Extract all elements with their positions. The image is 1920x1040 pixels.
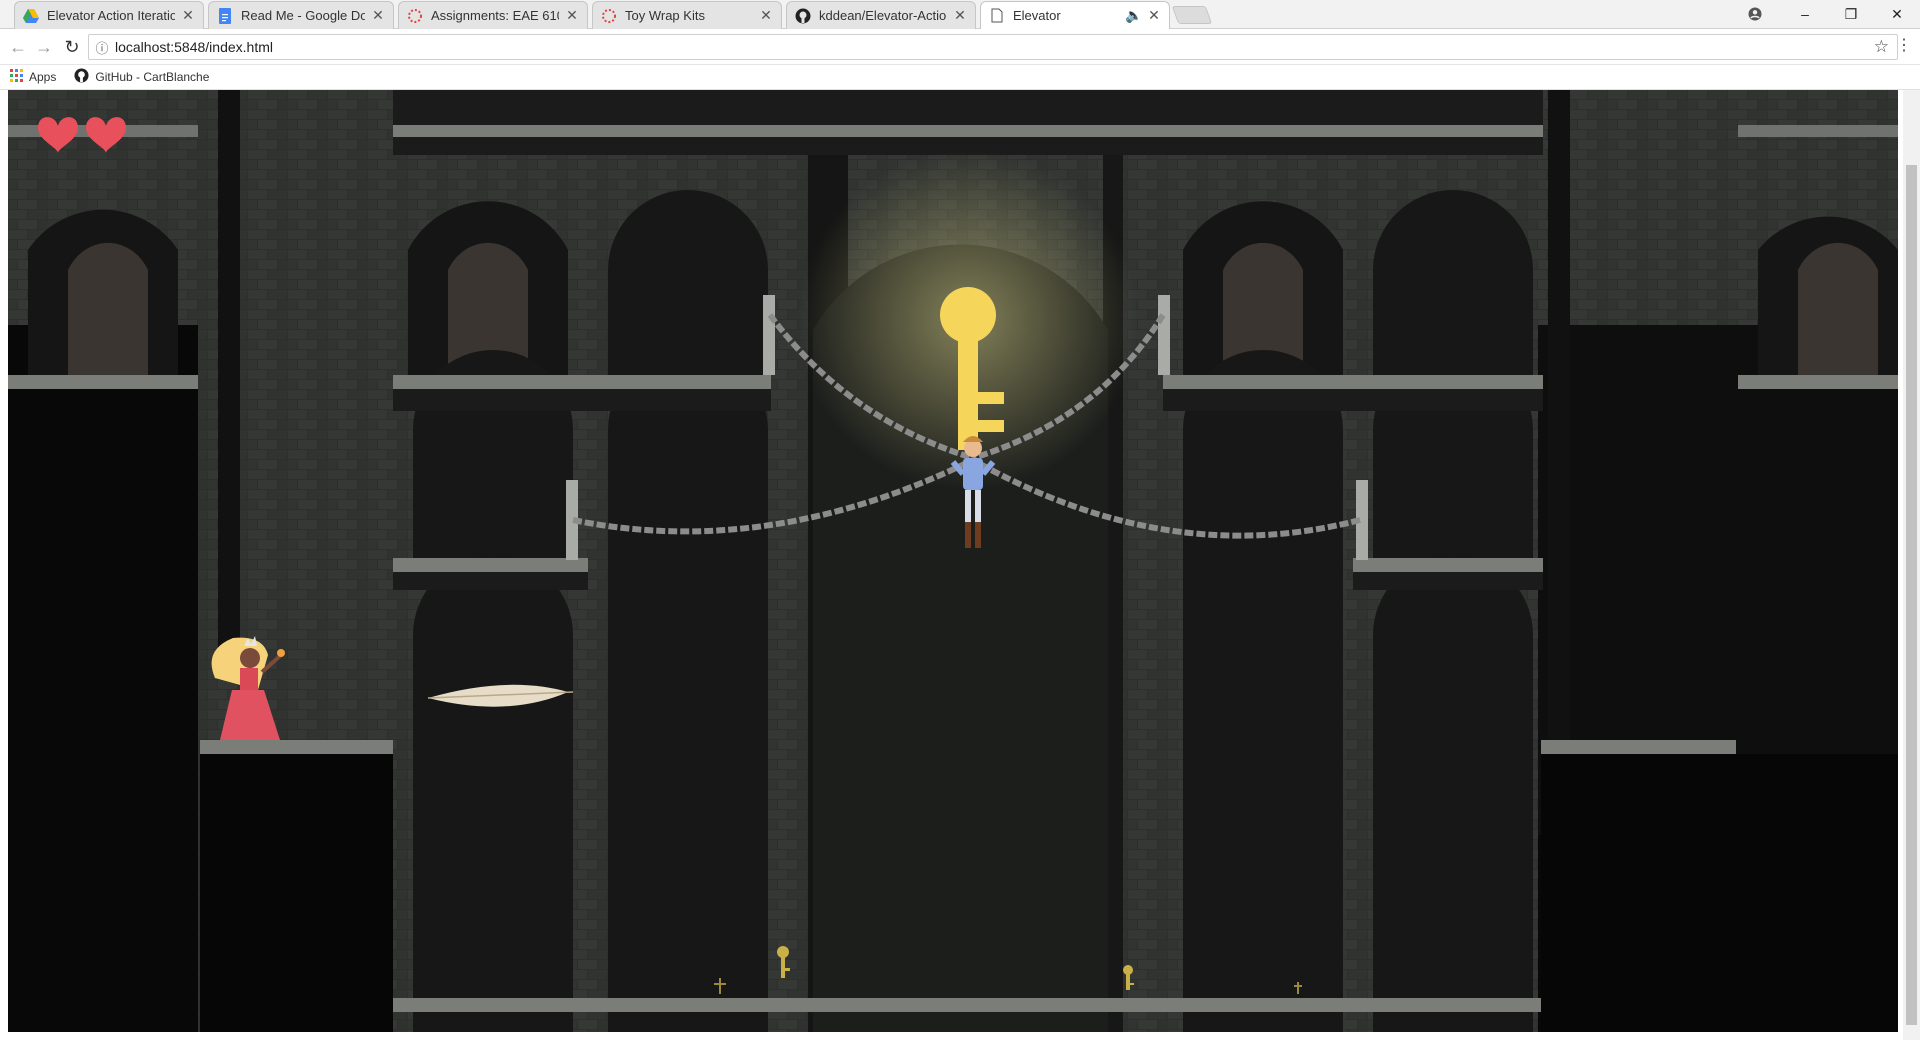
bookmark-label: Apps <box>29 70 57 84</box>
bookmark-github[interactable]: GitHub - CartBlanche <box>74 68 209 86</box>
github-icon <box>795 8 811 24</box>
close-tab-icon[interactable]: ✕ <box>565 7 579 24</box>
back-button[interactable]: ← <box>6 35 30 59</box>
browser-tab[interactable]: Elevator Action Iteration ✕ <box>14 1 204 29</box>
browser-menu-icon[interactable]: ⋮ <box>1896 35 1912 55</box>
forward-button[interactable]: → <box>32 35 56 59</box>
scrollbar-thumb[interactable] <box>1906 165 1917 1025</box>
reload-button[interactable]: ↻ <box>60 35 84 59</box>
browser-tab-strip: Elevator Action Iteration ✕ Read Me - Go… <box>0 0 1920 29</box>
close-tab-icon[interactable]: ✕ <box>953 7 967 24</box>
tab-title: Toy Wrap Kits <box>625 8 705 23</box>
browser-tab[interactable]: kddean/Elevator-Action ✕ <box>786 1 976 29</box>
tab-title: Read Me - Google Docs <box>241 8 365 23</box>
restore-button[interactable]: ❐ <box>1828 0 1874 28</box>
page-viewport <box>0 90 1920 1040</box>
bookmarks-bar: Apps GitHub - CartBlanche <box>0 65 1920 90</box>
minimize-button[interactable]: – <box>1782 0 1828 28</box>
bookmark-star-icon[interactable]: ☆ <box>1874 37 1889 57</box>
bookmark-apps[interactable]: Apps <box>10 69 56 85</box>
page-icon <box>989 8 1005 24</box>
address-bar[interactable]: ⓘ localhost:5848/index.html ☆ <box>88 34 1898 60</box>
profile-icon[interactable] <box>1732 0 1778 28</box>
tab-title: kddean/Elevator-Action <box>819 8 947 23</box>
browser-tab[interactable]: Assignments: EAE 6100- ✕ <box>398 1 588 29</box>
browser-tab[interactable]: Read Me - Google Docs ✕ <box>208 1 394 29</box>
google-docs-icon <box>217 7 233 24</box>
window-close-button[interactable]: ✕ <box>1874 0 1920 28</box>
info-icon[interactable]: ⓘ <box>89 38 115 57</box>
vertical-scrollbar[interactable] <box>1903 90 1920 1040</box>
audio-playing-icon[interactable]: 🔈 <box>1125 7 1142 24</box>
github-icon <box>74 68 89 86</box>
google-drive-icon <box>23 8 39 24</box>
arched-door <box>1758 216 1898 375</box>
tab-title: Elevator <box>1013 8 1061 23</box>
close-tab-icon[interactable]: ✕ <box>181 7 195 24</box>
arched-door <box>28 209 178 375</box>
bookmark-label: GitHub - CartBlanche <box>95 70 210 84</box>
new-tab-button[interactable] <box>1171 6 1213 24</box>
tab-title: Assignments: EAE 6100- <box>431 8 559 23</box>
canvas-icon <box>407 8 423 24</box>
browser-tab[interactable]: Toy Wrap Kits ✕ <box>592 1 782 29</box>
browser-toolbar: ← → ↻ ⓘ localhost:5848/index.html ☆ ⋮ <box>0 29 1920 65</box>
close-tab-icon[interactable]: ✕ <box>371 7 385 24</box>
arched-door <box>1183 201 1343 375</box>
browser-tab-active[interactable]: Elevator 🔈 ✕ <box>980 1 1170 29</box>
arched-door <box>408 201 568 375</box>
url-text: localhost:5848/index.html <box>115 39 273 55</box>
canvas-icon <box>601 8 617 24</box>
apps-grid-icon <box>10 69 23 85</box>
close-tab-icon[interactable]: ✕ <box>759 7 773 24</box>
tab-title: Elevator Action Iteration <box>47 8 175 23</box>
game-canvas[interactable] <box>8 90 1898 1032</box>
close-tab-icon[interactable]: ✕ <box>1147 7 1161 24</box>
